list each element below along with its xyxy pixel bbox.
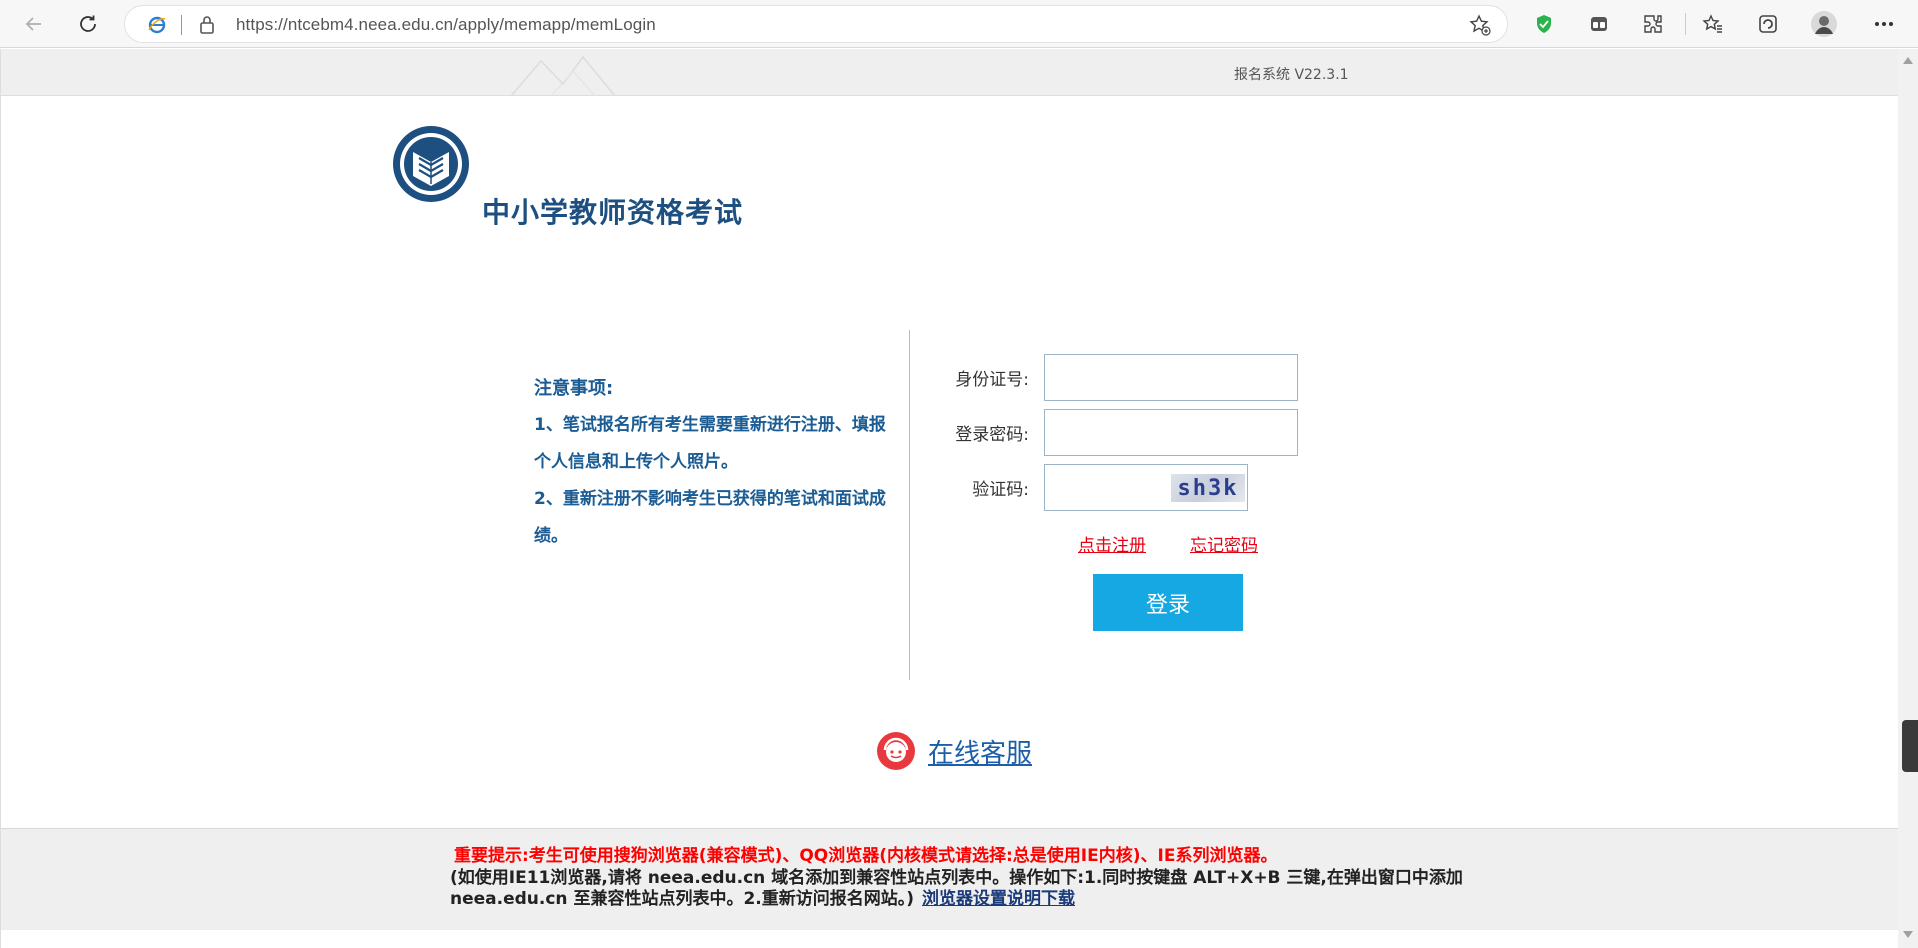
scroll-down-arrow[interactable] [1903, 931, 1913, 938]
id-number-label: 身份证号: [955, 370, 1029, 390]
back-button[interactable] [16, 6, 52, 42]
ie-mode-icon[interactable] [147, 15, 167, 39]
captcha-image[interactable]: sh3k [1171, 474, 1245, 502]
page-content: 报名系统 V22.3.1 中小学教师资格考试 注意事项: 1、笔试报名所有考生需… [0, 49, 1899, 948]
captcha-label: 验证码: [972, 480, 1029, 500]
customer-service-icon [877, 732, 915, 770]
top-band: 报名系统 V22.3.1 [1, 49, 1899, 96]
browser-essentials-icon[interactable] [1752, 8, 1784, 40]
scroll-up-arrow[interactable] [1903, 57, 1913, 64]
online-service-label: 在线客服 [928, 738, 1033, 769]
page-scrollbar[interactable] [1898, 49, 1918, 948]
toolbar-divider [1685, 13, 1686, 35]
footer-band: 重要提示:考生可使用搜狗浏览器(兼容模式)、QQ浏览器(内核模式请选择:总是使用… [1, 828, 1899, 930]
version-label: 报名系统 V22.3.1 [1234, 67, 1349, 83]
address-separator [181, 15, 182, 35]
site-logo [391, 124, 471, 204]
login-button[interactable]: 登录 [1093, 574, 1243, 631]
captcha-input[interactable] [1045, 465, 1169, 510]
favorites-icon[interactable] [1697, 8, 1729, 40]
refresh-icon [80, 15, 96, 32]
collections-icon[interactable] [1583, 8, 1615, 40]
profile-avatar[interactable] [1808, 8, 1840, 40]
captcha-text: sh3k [1177, 475, 1239, 501]
ie11-instructions-line2-text: neea.edu.cn 至兼容性站点列表中。2.重新访问报名网站。) [450, 889, 915, 909]
id-number-field[interactable] [1044, 354, 1298, 401]
ie11-instructions-line2: neea.edu.cn 至兼容性站点列表中。2.重新访问报名网站。) 浏览器设置说… [450, 884, 1075, 909]
password-field[interactable] [1044, 409, 1298, 456]
refresh-button[interactable] [70, 6, 106, 42]
side-panel-handle[interactable] [1902, 720, 1918, 772]
lock-icon[interactable] [199, 15, 215, 39]
extensions-icon[interactable] [1637, 8, 1669, 40]
register-link[interactable]: 点击注册 [1078, 531, 1146, 556]
browser-settings-download-link[interactable]: 浏览器设置说明下载 [922, 889, 1075, 909]
site-title: 中小学教师资格考试 [482, 196, 744, 229]
captcha-field[interactable]: sh3k [1044, 464, 1248, 511]
password-label: 登录密码: [955, 425, 1029, 445]
browser-toolbar: https://ntcebm4.neea.edu.cn/apply/memapp… [0, 0, 1918, 48]
arrow-left-icon [25, 17, 41, 31]
online-service-link[interactable]: 在线客服 [876, 731, 1032, 771]
address-bar[interactable]: https://ntcebm4.neea.edu.cn/apply/memapp… [124, 5, 1508, 43]
notice-title: 注意事项: [534, 378, 614, 399]
add-favorite-icon[interactable] [1469, 14, 1491, 40]
id-number-input[interactable] [1045, 355, 1297, 400]
address-url: https://ntcebm4.neea.edu.cn/apply/memapp… [236, 15, 656, 34]
password-input[interactable] [1045, 410, 1297, 455]
notice-panel: 注意事项: 1、笔试报名所有考生需要重新进行注册、填报个人信息和上传个人照片。 … [534, 370, 894, 555]
mountain-decoration [511, 55, 616, 96]
more-menu-icon[interactable] [1868, 8, 1900, 40]
forgot-password-link[interactable]: 忘记密码 [1190, 531, 1258, 556]
notice-item-1: 1、笔试报名所有考生需要重新进行注册、填报个人信息和上传个人照片。 [534, 415, 886, 472]
shield-extension-icon[interactable] [1528, 8, 1560, 40]
notice-item-2: 2、重新注册不影响考生已获得的笔试和面试成绩。 [534, 489, 886, 546]
